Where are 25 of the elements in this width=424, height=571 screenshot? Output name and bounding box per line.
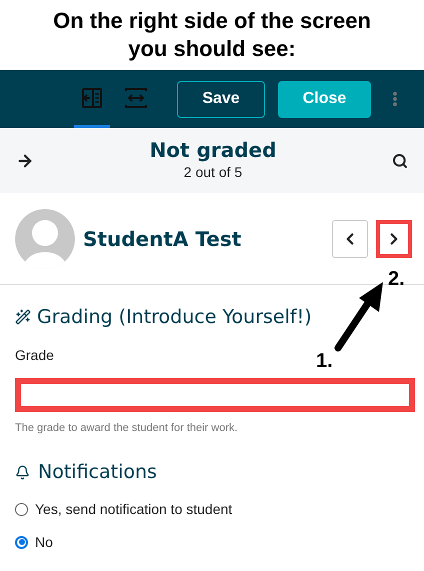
caption: On the right side of the screen you should see: xyxy=(52,7,372,63)
filter-count: 2 out of 5 xyxy=(184,163,242,182)
student-name: StudentA Test xyxy=(83,226,242,252)
radio-button[interactable] xyxy=(15,502,28,516)
notifications-heading: Notifications xyxy=(38,460,157,485)
expand-icon xyxy=(125,88,147,108)
grade-field[interactable] xyxy=(15,378,415,412)
wand-icon xyxy=(15,309,31,326)
search-icon[interactable] xyxy=(392,152,408,168)
grade-label: Grade xyxy=(15,346,54,364)
save-button[interactable]: Save xyxy=(177,80,265,118)
previous-student-button[interactable] xyxy=(332,220,368,258)
avatar xyxy=(15,208,75,268)
grade-help-text: The grade to award the student for their work. xyxy=(15,420,239,436)
filter-title: Not graded xyxy=(150,138,276,162)
step-label: 2. xyxy=(388,267,405,292)
radio-label: Yes, send notification to student xyxy=(35,500,232,518)
bell-icon xyxy=(15,464,30,480)
next-student-button[interactable] xyxy=(376,220,412,258)
split-panel-icon xyxy=(82,88,102,108)
arrow-right-icon[interactable] xyxy=(16,152,34,170)
radio-button[interactable] xyxy=(15,536,28,548)
grading-heading: Grading (Introduce Yourself!) xyxy=(37,305,312,330)
radio-label: No xyxy=(35,532,53,552)
step-label: 1. xyxy=(316,349,333,374)
